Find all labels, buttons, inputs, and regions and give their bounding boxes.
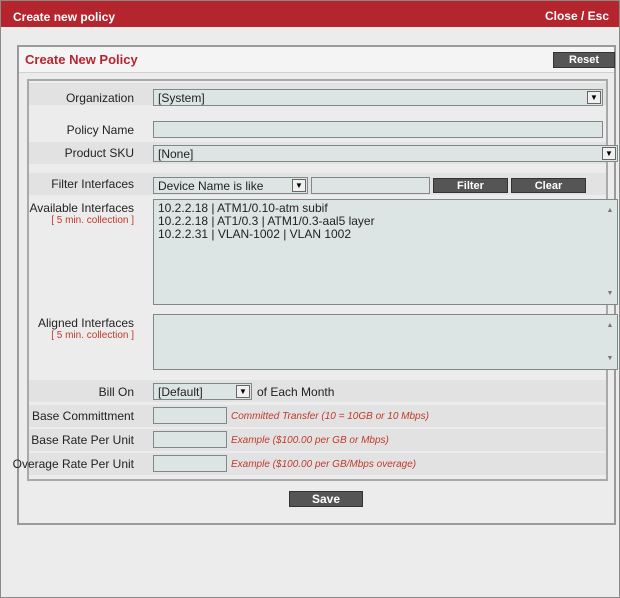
save-button[interactable]: Save xyxy=(289,491,363,507)
clear-button[interactable]: Clear xyxy=(511,178,586,193)
scrollbar[interactable]: ▲ ▼ xyxy=(605,317,615,367)
product-sku-select[interactable]: [None] ▼ xyxy=(153,145,618,162)
close-button[interactable]: Close / Esc xyxy=(545,9,609,23)
title-bar: Create new policy Close / Esc xyxy=(1,1,619,27)
base-rate-hint: Example ($100.00 per GB or Mbps) xyxy=(231,435,389,446)
base-rate-label: Base Rate Per Unit xyxy=(31,433,134,447)
product-sku-value: [None] xyxy=(158,147,194,161)
panel-title: Create New Policy xyxy=(25,52,138,67)
chevron-down-icon[interactable]: ▼ xyxy=(587,91,601,104)
organization-value: [System] xyxy=(158,91,205,105)
panel-header: Create New Policy Reset xyxy=(19,47,615,73)
filter-text-input[interactable] xyxy=(311,177,430,194)
organization-select[interactable]: [System] ▼ xyxy=(153,89,603,106)
aligned-interfaces-list[interactable]: ▲ ▼ xyxy=(153,314,618,370)
dialog-title: Create new policy xyxy=(13,10,116,24)
base-committment-label: Base Committment xyxy=(31,409,134,423)
bill-on-suffix: of Each Month xyxy=(257,385,335,399)
base-committment-hint: Committed Transfer (10 = 10GB or 10 Mbps… xyxy=(231,411,429,422)
bill-on-select[interactable]: [Default] ▼ xyxy=(153,383,252,400)
available-interfaces-sublabel: [ 5 min. collection ] xyxy=(51,215,134,226)
product-sku-label: Product SKU xyxy=(64,146,134,160)
base-committment-input[interactable] xyxy=(153,407,227,424)
overage-rate-input[interactable] xyxy=(153,455,227,472)
policy-name-input[interactable] xyxy=(153,121,603,138)
scroll-up-icon[interactable]: ▲ xyxy=(605,319,615,332)
available-interfaces-label: Available Interfaces xyxy=(29,201,134,215)
filter-button[interactable]: Filter xyxy=(433,178,508,193)
filter-mode-value: Device Name is like xyxy=(158,179,264,193)
available-interfaces-list[interactable]: 10.2.2.18 | ATM1/0.10-atm subif 10.2.2.1… xyxy=(153,199,618,305)
scroll-up-icon[interactable]: ▲ xyxy=(605,204,615,217)
bill-on-label: Bill On xyxy=(98,385,134,399)
scroll-down-icon[interactable]: ▼ xyxy=(605,287,615,300)
scroll-down-icon[interactable]: ▼ xyxy=(605,352,615,365)
aligned-interfaces-sublabel: [ 5 min. collection ] xyxy=(51,330,134,341)
chevron-down-icon[interactable]: ▼ xyxy=(292,179,306,192)
policy-name-label: Policy Name xyxy=(66,123,134,137)
scrollbar[interactable]: ▲ ▼ xyxy=(605,202,615,302)
chevron-down-icon[interactable]: ▼ xyxy=(236,385,250,398)
base-rate-input[interactable] xyxy=(153,431,227,448)
chevron-down-icon[interactable]: ▼ xyxy=(602,147,616,160)
bill-on-value: [Default] xyxy=(158,385,203,399)
reset-button[interactable]: Reset xyxy=(553,52,615,68)
policy-panel: Create New Policy Reset Organization [Sy… xyxy=(13,45,618,525)
list-item[interactable]: 10.2.2.31 | VLAN-1002 | VLAN 1002 xyxy=(158,228,613,241)
overage-rate-hint: Example ($100.00 per GB/Mbps overage) xyxy=(231,459,417,470)
overage-rate-label: Overage Rate Per Unit xyxy=(12,457,134,471)
filter-mode-select[interactable]: Device Name is like ▼ xyxy=(153,177,308,194)
aligned-interfaces-label: Aligned Interfaces xyxy=(37,316,134,330)
filter-interfaces-label: Filter Interfaces xyxy=(51,177,134,191)
organization-label: Organization xyxy=(65,91,134,105)
dialog-window: Create new policy Close / Esc Create New… xyxy=(0,0,620,598)
policy-form: Organization [System] ▼ Policy Name Prod… xyxy=(13,79,618,481)
